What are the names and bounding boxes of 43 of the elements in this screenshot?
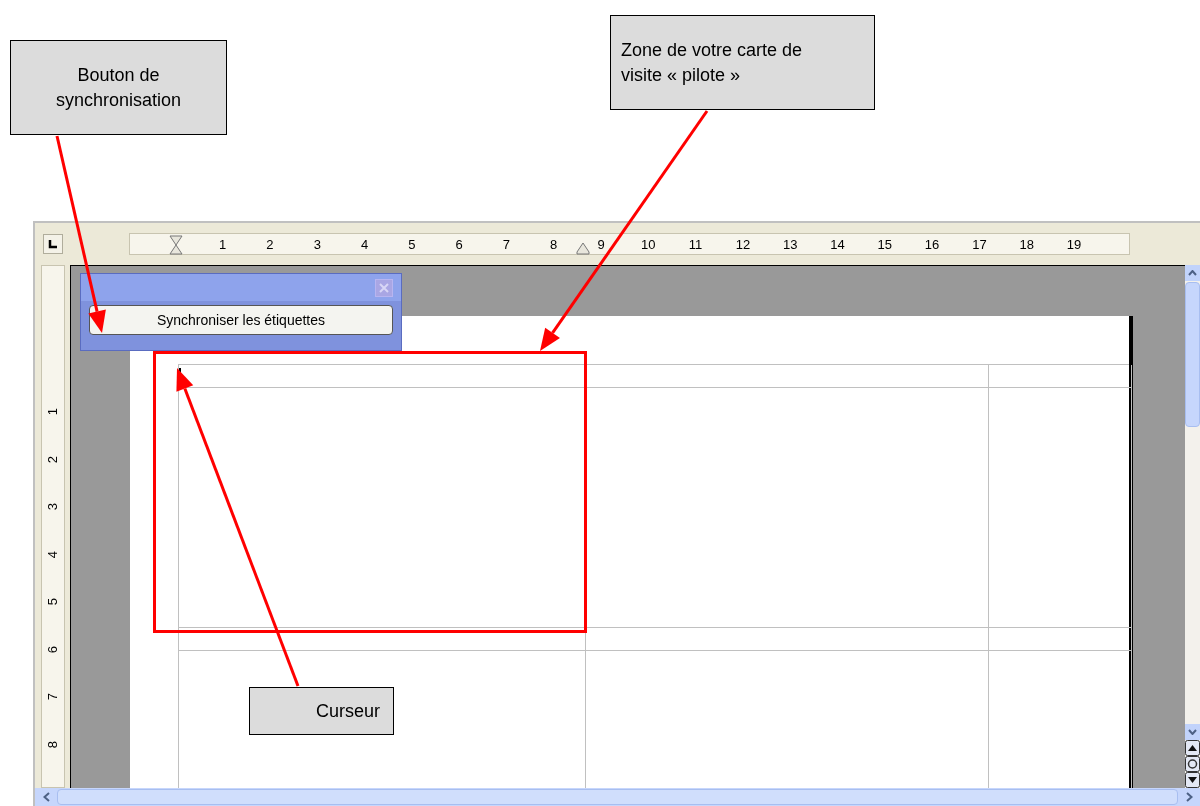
ruler-number: 15 (877, 237, 893, 251)
navigator-icon[interactable] (1185, 756, 1200, 772)
ruler-number: 11 (688, 237, 703, 251)
ruler-number: 1 (219, 237, 227, 251)
ruler-number: 14 (830, 237, 845, 251)
callout-label: Curseur (249, 687, 394, 735)
ruler-number: 10 (641, 237, 656, 251)
vertical-ruler[interactable]: 1 2 3 4 5 6 7 8 (40, 265, 65, 788)
ruler-number: 8 (43, 740, 61, 748)
ruler-number: 13 (782, 237, 798, 251)
horizontal-ruler[interactable]: 1 2 3 4 5 6 7 8 9 10 11 12 13 14 15 16 17 18 19 (129, 233, 1130, 255)
ruler-number: 3 (43, 503, 61, 511)
ruler-number: 7 (43, 693, 61, 701)
ruler-number: 8 (550, 237, 558, 251)
indent-marker-icon[interactable] (168, 235, 184, 255)
ruler-number: 17 (972, 237, 987, 251)
ruler-number: 4 (360, 237, 369, 251)
ruler-number: 7 (502, 237, 511, 251)
callout-label: Zone de votre carte de visite « pilote » (610, 15, 875, 110)
indent-marker-icon[interactable] (576, 242, 590, 255)
ruler-number: 1 (43, 408, 61, 416)
vertical-scrollbar[interactable] (1185, 265, 1200, 788)
scroll-down-button[interactable] (1185, 724, 1200, 740)
scroll-up-button[interactable] (1185, 265, 1200, 281)
ruler-number: 9 (597, 237, 605, 251)
ruler-number: 3 (313, 237, 321, 251)
scrollbar-thumb[interactable] (1185, 282, 1200, 427)
next-page-icon[interactable] (1185, 772, 1200, 788)
previous-page-icon[interactable] (1185, 740, 1200, 756)
tab-stop-icon[interactable] (42, 234, 63, 254)
ruler-number: 16 (924, 237, 940, 251)
ruler-number: 5 (408, 237, 416, 251)
ruler-number: 2 (43, 455, 61, 463)
ruler-number: 4 (43, 550, 61, 558)
ruler-number: 2 (266, 237, 274, 251)
ruler-number: 18 (1019, 237, 1034, 251)
ruler-number: 12 (735, 237, 751, 251)
callout-label: Bouton de synchronisation (10, 40, 227, 135)
ruler-number: 19 (1066, 237, 1082, 251)
ruler-number: 6 (455, 237, 463, 251)
ruler-number: 5 (43, 598, 61, 606)
synchronize-labels-button[interactable]: Synchroniser les étiquettes (89, 305, 393, 335)
ruler-number: 6 (43, 645, 61, 653)
